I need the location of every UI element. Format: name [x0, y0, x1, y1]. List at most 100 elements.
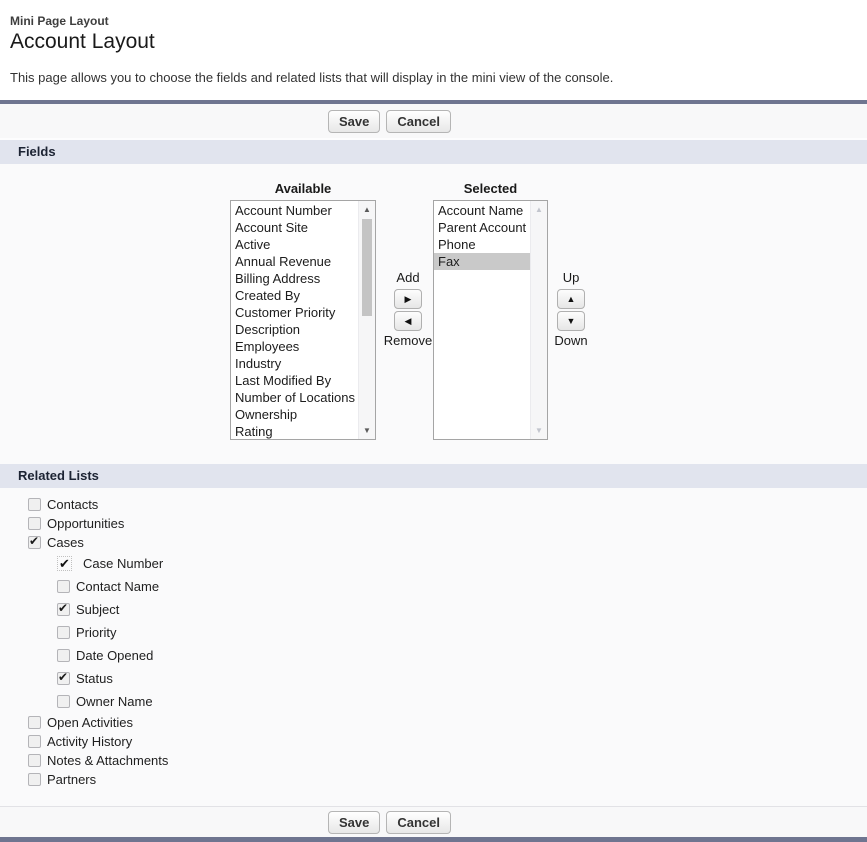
- right-triangle-icon: ▶: [404, 293, 412, 304]
- checkbox-label: Owner Name: [76, 694, 153, 709]
- checkbox-label: Date Opened: [76, 648, 154, 663]
- checkbox-owner-name[interactable]: [57, 695, 70, 708]
- down-triangle-icon: ▼: [566, 315, 576, 326]
- related-list-row: Cases: [28, 533, 867, 552]
- list-item[interactable]: Employees: [231, 338, 358, 355]
- checkbox-label: Cases: [47, 535, 84, 550]
- scroll-up-icon[interactable]: ▲: [359, 202, 375, 217]
- list-item[interactable]: Account Number: [231, 202, 358, 219]
- available-listbox[interactable]: Account Number Account Site Active Annual R…: [230, 200, 376, 440]
- page-header: Mini Page Layout Account Layout This pag…: [0, 0, 867, 100]
- add-label: Add: [396, 270, 420, 285]
- list-item[interactable]: Created By: [231, 287, 358, 304]
- related-lists-body: Contacts Opportunities Cases Case Number Con…: [0, 488, 867, 806]
- scrollbar-thumb[interactable]: [362, 219, 372, 316]
- checkbox-activity-history[interactable]: [28, 735, 41, 748]
- list-item[interactable]: Parent Account: [434, 219, 530, 236]
- checkbox-label: Notes & Attachments: [47, 753, 169, 768]
- related-list-row: Contacts: [28, 495, 867, 514]
- remove-button[interactable]: ◀: [394, 311, 422, 331]
- list-item[interactable]: Account Site: [231, 219, 358, 236]
- checkbox-label: Subject: [76, 602, 120, 617]
- related-list-row: Opportunities: [28, 514, 867, 533]
- left-triangle-icon: ◀: [404, 315, 412, 326]
- down-label: Down: [554, 333, 588, 348]
- scroll-down-icon[interactable]: ▼: [359, 423, 375, 438]
- related-lists-section-header: Related Lists: [0, 464, 867, 488]
- static-checkmark-icon: [57, 556, 72, 572]
- down-button[interactable]: ▼: [557, 311, 585, 331]
- list-item[interactable]: Billing Address: [231, 270, 358, 287]
- related-list-row: Partners: [28, 770, 867, 789]
- checkbox-label: Priority: [76, 625, 117, 640]
- page-description: This page allows you to choose the field…: [10, 70, 614, 85]
- remove-label: Remove: [383, 333, 433, 348]
- up-triangle-icon: ▲: [566, 293, 576, 304]
- list-item[interactable]: Last Modified By: [231, 372, 358, 389]
- checkbox-label: Case Number: [83, 556, 164, 571]
- related-list-row: Open Activities: [28, 713, 867, 732]
- add-remove-controls: Add ▶ ◀ Remove: [383, 271, 433, 350]
- checkbox-label: Activity History: [47, 734, 133, 749]
- selected-listbox[interactable]: Account Name Parent Account Phone Fax ▲ ▼: [433, 200, 548, 440]
- page-type-label: Mini Page Layout: [10, 14, 109, 28]
- checkbox-contacts[interactable]: [28, 498, 41, 511]
- reorder-controls: Up ▲ ▼ Down: [545, 271, 597, 350]
- checkbox-label: Opportunities: [47, 516, 125, 531]
- list-item[interactable]: Phone: [434, 236, 530, 253]
- checkbox-label: Contacts: [47, 497, 99, 512]
- scroll-up-icon: ▲: [535, 205, 543, 214]
- list-item[interactable]: Industry: [231, 355, 358, 372]
- related-list-row: Owner Name: [57, 690, 867, 713]
- checkbox-label: Partners: [47, 772, 97, 787]
- checkbox-opportunities[interactable]: [28, 517, 41, 530]
- up-button[interactable]: ▲: [557, 289, 585, 309]
- bottom-divider-bar: [0, 837, 867, 842]
- related-list-row: Case Number: [57, 552, 867, 575]
- add-button[interactable]: ▶: [394, 289, 422, 309]
- related-list-row: Notes & Attachments: [28, 751, 867, 770]
- cancel-button[interactable]: Cancel: [386, 810, 451, 834]
- list-item[interactable]: Annual Revenue: [231, 253, 358, 270]
- page-title: Account Layout: [10, 30, 155, 53]
- related-list-row: Contact Name: [57, 575, 867, 598]
- list-item[interactable]: Active: [231, 236, 358, 253]
- related-list-row: Priority: [57, 621, 867, 644]
- bottom-button-bar: Save Cancel: [0, 806, 867, 837]
- list-item[interactable]: Ownership: [231, 406, 358, 423]
- selected-list-items: Account Name Parent Account Phone Fax: [434, 202, 530, 270]
- list-item[interactable]: Customer Priority: [231, 304, 358, 321]
- related-list-row: Activity History: [28, 732, 867, 751]
- fields-section-header: Fields: [0, 140, 867, 164]
- checkbox-subject[interactable]: [57, 601, 70, 616]
- list-item[interactable]: Rating: [231, 423, 358, 439]
- list-item[interactable]: Description: [231, 321, 358, 338]
- checkbox-label: Open Activities: [47, 715, 133, 730]
- checkbox-open-activities[interactable]: [28, 716, 41, 729]
- checkbox-cases[interactable]: [28, 534, 41, 549]
- available-scrollbar: ▲ ▼: [358, 201, 375, 439]
- list-item[interactable]: Fax: [434, 253, 530, 270]
- checkbox-date-opened[interactable]: [57, 649, 70, 662]
- checkbox-contact-name[interactable]: [57, 580, 70, 593]
- cancel-button[interactable]: Cancel: [386, 109, 451, 133]
- top-button-bar: Save Cancel: [0, 104, 867, 140]
- list-item[interactable]: Number of Locations: [231, 389, 358, 406]
- available-label: Available: [274, 181, 332, 196]
- available-list-items: Account Number Account Site Active Annual R…: [231, 202, 358, 439]
- list-item[interactable]: Account Name: [434, 202, 530, 219]
- checkbox-label: Contact Name: [76, 579, 160, 594]
- save-button[interactable]: Save: [327, 810, 381, 834]
- selected-label: Selected: [463, 181, 518, 196]
- checkbox-partners[interactable]: [28, 773, 41, 786]
- checkbox-priority[interactable]: [57, 626, 70, 639]
- related-list-row: Subject: [57, 598, 867, 621]
- related-list-row: Status: [57, 667, 867, 690]
- save-button[interactable]: Save: [327, 109, 381, 133]
- fields-section-body: Available Selected Account Number Account…: [0, 164, 867, 464]
- scroll-down-icon: ▼: [535, 426, 543, 435]
- up-label: Up: [562, 270, 580, 285]
- checkbox-label: Status: [76, 671, 113, 686]
- checkbox-status[interactable]: [57, 670, 70, 685]
- checkbox-notes-attachments[interactable]: [28, 754, 41, 767]
